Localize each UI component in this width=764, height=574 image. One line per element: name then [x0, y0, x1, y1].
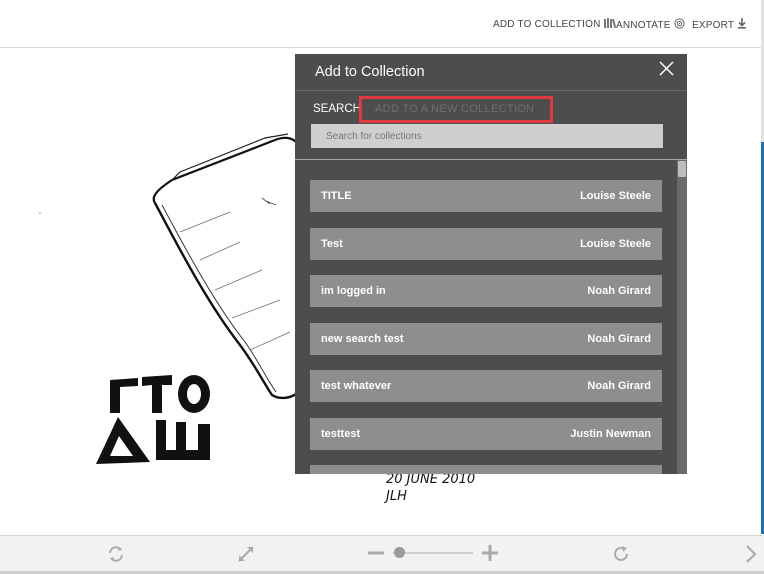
target-icon	[673, 18, 685, 32]
collection-search-input[interactable]	[311, 124, 663, 148]
top-toolbar: ADD TO COLLECTION ANNOTATE EXPORT	[0, 0, 764, 48]
modal-header: Add to Collection	[295, 54, 687, 90]
collection-owner: Louise Steele	[580, 190, 651, 202]
collection-owner: Louise Steele	[580, 237, 651, 250]
collection-name: test whatever	[321, 380, 392, 392]
export-label: EXPORT	[692, 19, 735, 31]
collection-owner: Noah Girard	[587, 380, 651, 392]
artwork-initials: JLH	[383, 489, 407, 504]
artwork-glyphs	[96, 375, 210, 464]
collection-name: Test	[321, 237, 343, 250]
collection-list: TITLE Louise Steele Test Louise Steele i…	[310, 180, 662, 474]
annotate-label: ANNOTATE	[616, 19, 671, 31]
collection-item[interactable]: test whatever Noah Girard	[310, 370, 662, 402]
add-to-collection-modal: Add to Collection SEARCH ADD TO A NEW CO…	[295, 54, 687, 474]
collection-item[interactable]: im logged in Noah Girard	[310, 275, 662, 307]
collection-name: TITLE	[321, 190, 352, 202]
export-button[interactable]: EXPORT	[692, 18, 747, 32]
collection-item[interactable]: TITLE Louise Steele	[310, 180, 662, 212]
collection-name: testtest	[321, 427, 361, 440]
collection-owner: Noah Girard	[587, 332, 651, 345]
next-icon[interactable]	[745, 544, 757, 569]
list-scrollbar[interactable]	[677, 160, 687, 474]
modal-divider	[295, 90, 687, 91]
artwork-date: 20 JUNE 2010	[386, 472, 475, 487]
list-scrollbar-thumb[interactable]	[678, 161, 686, 177]
modal-title: Add to Collection	[315, 64, 425, 80]
viewer-controls	[0, 535, 764, 574]
zoom-slider-track[interactable]	[393, 552, 473, 554]
rotate-icon[interactable]	[106, 544, 126, 569]
collection-item[interactable]: testtest Justin Newman	[310, 417, 662, 450]
collection-owner: Noah Girard	[587, 285, 651, 297]
zoom-slider-handle[interactable]	[394, 547, 405, 558]
zoom-out-icon[interactable]	[367, 544, 385, 567]
collection-owner: Justin Newman	[570, 427, 651, 440]
collection-item[interactable]	[310, 465, 662, 474]
tab-search[interactable]: SEARCH	[313, 103, 361, 115]
page: ADD TO COLLECTION ANNOTATE EXPORT 20 JUN…	[0, 0, 764, 574]
close-icon[interactable]	[657, 59, 677, 79]
annotate-button[interactable]: ANNOTATE	[616, 18, 685, 32]
fullscreen-icon[interactable]	[236, 544, 256, 569]
books-icon	[603, 18, 616, 31]
collection-item[interactable]: new search test Noah Girard	[310, 322, 662, 355]
add-to-collection-button[interactable]: ADD TO COLLECTION	[493, 18, 616, 31]
collection-item[interactable]: Test Louise Steele	[310, 227, 662, 260]
zoom-in-icon[interactable]	[481, 544, 499, 567]
download-icon	[737, 18, 747, 32]
list-divider	[295, 159, 687, 160]
collection-name: new search test	[321, 332, 404, 345]
reset-icon[interactable]	[611, 544, 631, 569]
add-to-collection-label: ADD TO COLLECTION	[493, 19, 601, 30]
highlight-box	[359, 96, 553, 123]
collection-name: im logged in	[321, 285, 386, 297]
